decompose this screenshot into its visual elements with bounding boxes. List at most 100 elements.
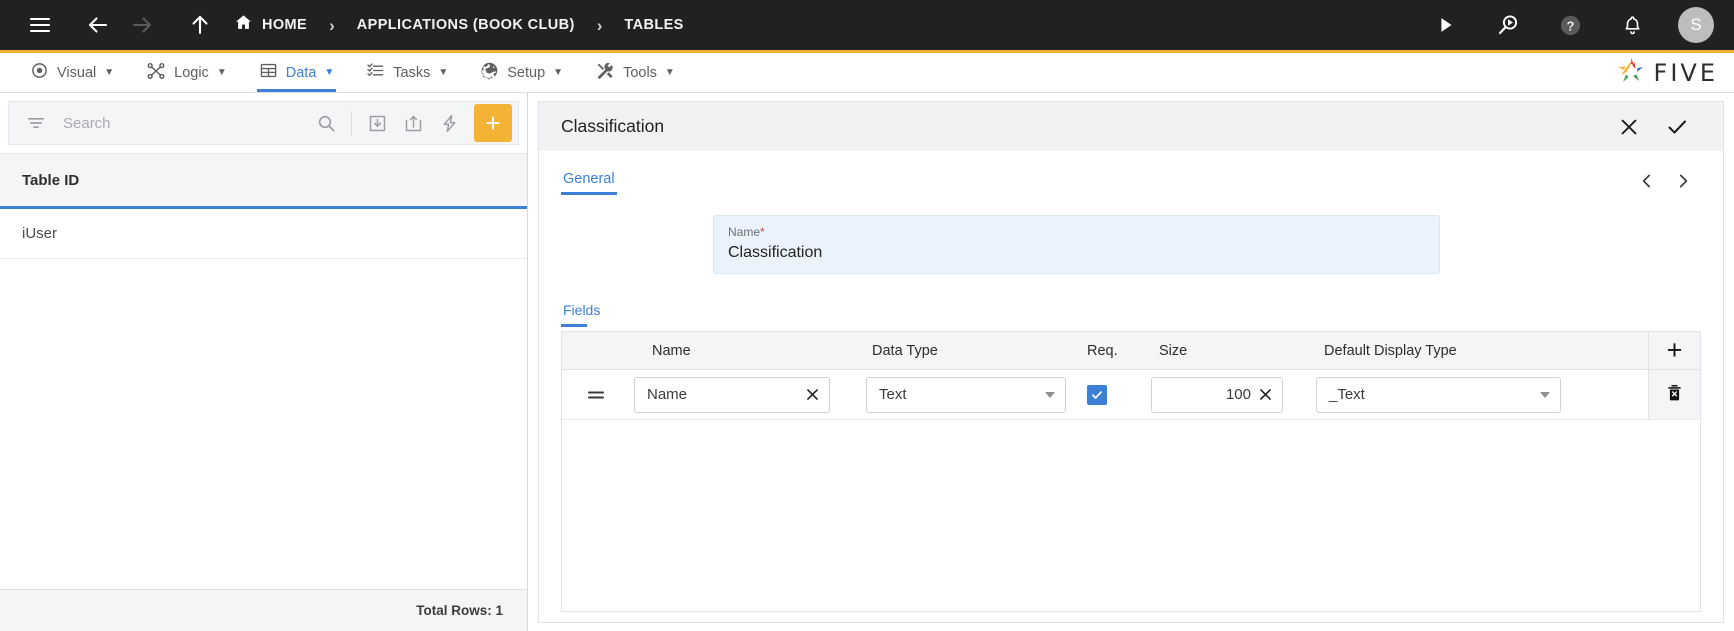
- filter-icon[interactable]: [19, 106, 53, 140]
- menu-bar-spacer: [691, 53, 1615, 92]
- top-bar-actions: ? S: [1424, 3, 1714, 47]
- active-tab-underline: [561, 192, 617, 195]
- data-type-value: Text: [879, 386, 907, 403]
- list-item[interactable]: iUser: [0, 209, 527, 259]
- add-field-row-button[interactable]: +: [1648, 332, 1700, 369]
- delete-row-button[interactable]: [1648, 370, 1700, 419]
- arrow-left-icon[interactable]: [76, 3, 120, 47]
- brand-logo: FIVE: [1615, 53, 1734, 92]
- field-size-input[interactable]: 100: [1151, 376, 1283, 413]
- search-icon[interactable]: [309, 106, 343, 140]
- help-icon[interactable]: ?: [1548, 3, 1592, 47]
- table-row[interactable]: Name Text 100 _Text: [562, 370, 1700, 420]
- plus-icon: +: [1666, 335, 1683, 365]
- menu-label-visual: Visual: [57, 64, 97, 81]
- column-header-req: Req.: [1087, 342, 1118, 359]
- chevron-right-icon[interactable]: [1665, 165, 1701, 197]
- required-asterisk: *: [760, 225, 765, 239]
- right-pane: Classification General Name* Classificat…: [528, 93, 1734, 631]
- close-icon[interactable]: [1605, 105, 1653, 149]
- page-title: Classification: [561, 116, 665, 136]
- menu-bar: Visual ▼ Logic ▼ Data ▼ Tasks ▼ Setup ▼ …: [0, 53, 1734, 93]
- field-label-gutter: [561, 215, 713, 274]
- menu-item-tools[interactable]: Tools ▼: [579, 53, 691, 92]
- arrow-right-icon: [120, 3, 164, 47]
- chevron-down-icon: ▼: [216, 66, 227, 78]
- chevron-down-icon: ▼: [104, 66, 115, 78]
- column-header-data-type: Data Type: [872, 342, 938, 359]
- chevron-down-icon: ▼: [664, 66, 675, 78]
- tab-row: General: [561, 151, 1701, 197]
- panel-header: Classification: [538, 101, 1724, 151]
- menu-label-tools: Tools: [623, 64, 657, 81]
- tab-general[interactable]: General: [561, 167, 617, 195]
- check-icon[interactable]: [1653, 105, 1701, 149]
- export-icon[interactable]: [396, 106, 430, 140]
- avatar[interactable]: S: [1678, 7, 1714, 43]
- tab-label-fields: Fields: [563, 302, 601, 318]
- top-bar: HOME › APPLICATIONS (BOOK CLUB) › TABLES…: [0, 0, 1734, 50]
- menu-label-data: Data: [285, 64, 317, 81]
- menu-label-setup: Setup: [507, 64, 546, 81]
- list-column-header: Table ID: [0, 153, 527, 209]
- field-size-value: 100: [1225, 386, 1251, 403]
- required-checkbox[interactable]: [1087, 384, 1107, 405]
- breadcrumb-separator: ›: [329, 15, 335, 35]
- toolbar-divider: [351, 111, 352, 135]
- chevron-down-icon: [1045, 391, 1055, 398]
- checklist-icon: [366, 61, 385, 84]
- breadcrumb-item-home[interactable]: HOME: [234, 13, 307, 37]
- fields-grid-empty-area: [562, 420, 1700, 611]
- breadcrumb-item-applications[interactable]: APPLICATIONS (BOOK CLUB): [357, 17, 575, 33]
- total-rows-label: Total Rows: 1: [0, 589, 527, 631]
- chevron-down-icon: ▼: [553, 66, 564, 78]
- clear-icon[interactable]: [804, 386, 821, 403]
- field-name-input[interactable]: Name: [634, 376, 830, 413]
- lightning-icon[interactable]: [432, 106, 466, 140]
- name-field[interactable]: Name*: [713, 215, 1440, 274]
- gear-icon: [480, 61, 499, 84]
- svg-text:?: ?: [1566, 18, 1574, 33]
- menu-label-tasks: Tasks: [393, 64, 431, 81]
- home-icon: [234, 13, 253, 37]
- search-input[interactable]: [55, 114, 307, 132]
- clear-icon[interactable]: [1257, 386, 1274, 403]
- breadcrumb-item-tables[interactable]: TABLES: [624, 17, 683, 33]
- menu-item-logic[interactable]: Logic ▼: [130, 53, 243, 92]
- tab-fields[interactable]: Fields: [561, 300, 602, 327]
- arrow-up-icon[interactable]: [178, 3, 222, 47]
- hamburger-icon[interactable]: [18, 3, 62, 47]
- tab-label-general: General: [563, 171, 615, 187]
- menu-item-setup[interactable]: Setup ▼: [464, 53, 579, 92]
- search-run-icon[interactable]: [1486, 3, 1530, 47]
- menu-item-visual[interactable]: Visual ▼: [14, 53, 130, 92]
- breadcrumb-separator: ›: [596, 15, 603, 35]
- active-tab-underline: [561, 324, 587, 327]
- delete-row-icon: [1665, 382, 1684, 408]
- add-table-button[interactable]: +: [474, 104, 512, 142]
- five-star-icon: [1615, 55, 1647, 90]
- chevron-left-icon[interactable]: [1629, 165, 1665, 197]
- column-header-size: Size: [1159, 342, 1188, 359]
- menu-item-data[interactable]: Data ▼: [243, 53, 351, 92]
- list-item-label: iUser: [22, 225, 58, 242]
- menu-label-logic: Logic: [174, 64, 209, 81]
- content-area: + Table ID iUser Total Rows: 1 Classific…: [0, 93, 1734, 631]
- chevron-down-icon: [1540, 391, 1550, 398]
- drag-handle-icon[interactable]: [562, 385, 630, 405]
- name-field-row: Name*: [561, 215, 1701, 274]
- fields-grid-header: Name Data Type Req. Size Default Display…: [562, 332, 1700, 370]
- chevron-down-icon: ▼: [438, 66, 449, 78]
- run-icon[interactable]: [1424, 3, 1468, 47]
- tools-icon: [595, 61, 615, 85]
- import-icon[interactable]: [360, 106, 394, 140]
- name-field-input[interactable]: [728, 244, 1425, 262]
- default-display-type-select[interactable]: _Text: [1316, 376, 1561, 413]
- data-type-select[interactable]: Text: [866, 376, 1066, 413]
- active-tab-underline: [256, 89, 337, 92]
- notifications-icon[interactable]: [1610, 3, 1654, 47]
- field-name-value: Name: [647, 386, 688, 403]
- menu-item-tasks[interactable]: Tasks ▼: [350, 53, 464, 92]
- breadcrumb-label-home: HOME: [262, 17, 308, 33]
- panel-body: General Name* Classification Fields Name…: [538, 151, 1724, 623]
